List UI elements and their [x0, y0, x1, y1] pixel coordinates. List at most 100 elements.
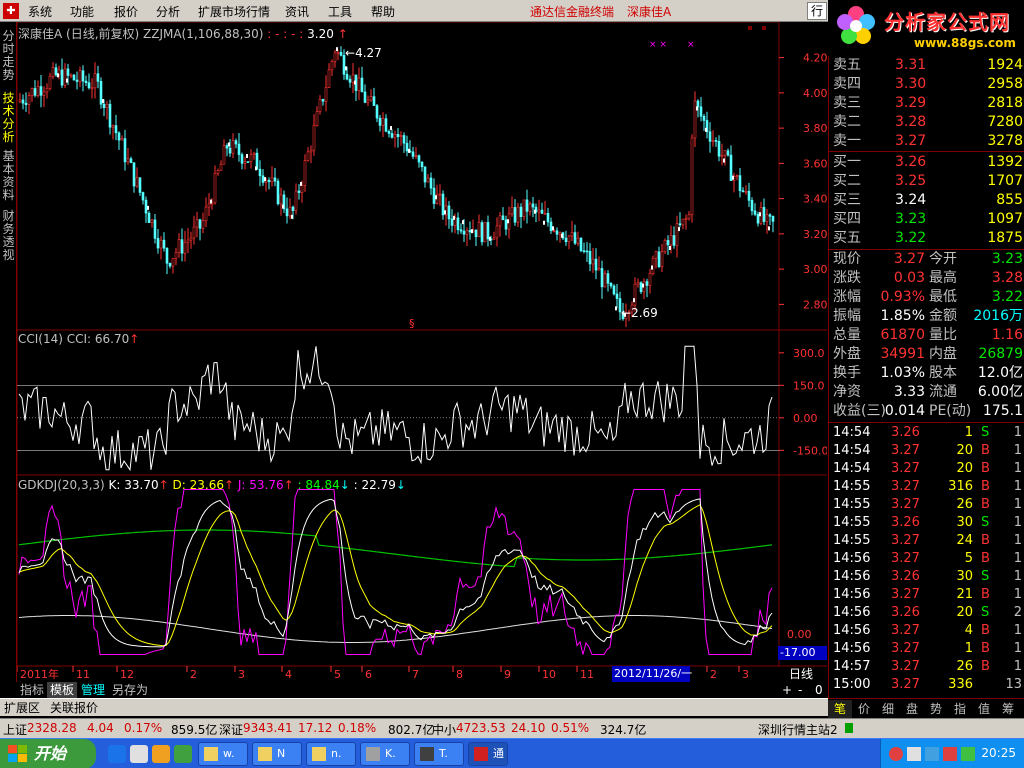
side-tabs: 分时走势 技术分析 基本资料 财务透视 — [0, 22, 17, 682]
task-folder-n2[interactable]: n. — [306, 742, 356, 766]
tab-save-as[interactable]: 另存为 — [109, 682, 151, 698]
order-book-row-bid[interactable]: 买五 3.22 1875 — [829, 229, 1024, 248]
app-logo-icon[interactable]: ✚ — [3, 3, 19, 19]
menu-system[interactable]: 系统 — [28, 3, 52, 20]
candle-body — [480, 222, 484, 243]
kdj-v1: : 84.84 — [297, 478, 340, 492]
desktop-icon[interactable] — [130, 745, 148, 763]
tab-related-quotes[interactable]: 关联报价 — [50, 700, 98, 716]
stock-title: 深康佳A — [627, 5, 672, 19]
period-label[interactable]: 日线 — [789, 665, 813, 682]
order-book-row-bid[interactable]: 买一 3.26 1392 — [829, 153, 1024, 172]
x-tick-label: 2 — [190, 668, 197, 681]
order-book-row-ask[interactable]: 卖二 3.28 7280 — [829, 113, 1024, 132]
menu-tools[interactable]: 工具 — [328, 3, 352, 20]
candle-body — [192, 226, 196, 239]
volume-icon[interactable] — [907, 747, 921, 761]
task-k[interactable]: K. — [360, 742, 410, 766]
cci-tick-label: 150.0 — [793, 379, 825, 392]
network-icon[interactable] — [925, 747, 939, 761]
candle-body — [312, 125, 316, 151]
candle-body — [207, 203, 211, 208]
task-folder-n[interactable]: N — [252, 742, 302, 766]
tab-chips[interactable]: 筹 — [996, 700, 1020, 718]
menu-function[interactable]: 功能 — [70, 3, 94, 20]
tick-price: 3.27 — [891, 551, 920, 566]
order-book-label: 买五 — [833, 230, 861, 246]
sz-percent: 0.18% — [338, 721, 377, 735]
tab-financial[interactable]: 财务透视 — [1, 210, 16, 262]
order-book-row-ask[interactable]: 卖四 3.30 2958 — [829, 75, 1024, 94]
tab-technical[interactable]: 技术分析 — [1, 92, 16, 144]
qq-icon[interactable] — [889, 747, 903, 761]
candle-body — [549, 221, 553, 232]
server-name[interactable]: 深圳行情主站2 — [758, 721, 838, 738]
tab-manage[interactable]: 管理 — [78, 682, 108, 698]
tab-template[interactable]: 模板 — [47, 682, 78, 698]
candle-body — [378, 117, 382, 126]
cci-title: CCI(14) CCI: 66.70↑ — [18, 332, 140, 346]
quicklaunch-icon[interactable] — [174, 745, 192, 763]
zoom-out-button[interactable]: - — [795, 682, 805, 698]
candle-body — [234, 140, 238, 145]
task-tongdaxin[interactable]: 通 — [468, 742, 508, 766]
price-tick-label: 3.40 — [803, 193, 827, 206]
order-book-row-bid[interactable]: 买四 3.23 1097 — [829, 210, 1024, 229]
cci-title-text: CCI(14) CCI: 66.70 — [18, 332, 130, 346]
candle-body — [711, 140, 715, 142]
order-book-row-bid[interactable]: 买三 3.24 855 — [829, 191, 1024, 210]
tab-indicator[interactable]: 指标 — [17, 682, 47, 698]
order-book-volume: 3278 — [987, 133, 1023, 149]
security-icon[interactable] — [943, 747, 957, 761]
tick-count: 1 — [1013, 461, 1022, 476]
candle-body — [552, 230, 556, 233]
trend-dot — [300, 181, 302, 186]
menu-quote[interactable]: 报价 — [114, 3, 138, 20]
tick-side: S — [981, 515, 990, 530]
cci-plot — [17, 345, 779, 472]
trend-dot — [282, 204, 284, 209]
tab-trend[interactable]: 势 — [924, 700, 948, 718]
tab-index[interactable]: 指 — [948, 700, 972, 718]
tab-intraday[interactable]: 分时走势 — [1, 30, 16, 82]
candle-body — [612, 285, 616, 295]
zoom-reset-button[interactable]: 0 — [812, 682, 826, 698]
tab-extension-area[interactable]: 扩展区 — [4, 700, 40, 716]
tab-detail[interactable]: 细 — [876, 700, 900, 718]
menu-analysis[interactable]: 分析 — [156, 3, 180, 20]
task-t[interactable]: T. — [414, 742, 464, 766]
chart-canvas[interactable]: 4.20 4.00 3.80 3.60 3.40 3.20 3.00 2.80 300.0 15… — [17, 22, 827, 682]
kdj-name: GDKDJ(20,3,3) — [18, 478, 105, 492]
trend-dot — [453, 215, 455, 220]
candle-body — [120, 138, 124, 141]
shield-icon[interactable] — [961, 747, 975, 761]
quote-tab[interactable]: 行 — [807, 2, 827, 20]
candle-body — [267, 179, 271, 182]
connection-status-icon — [845, 723, 853, 733]
menu-extended-market[interactable]: 扩展市场行情 — [198, 3, 270, 20]
task-folder-w[interactable]: w. — [198, 742, 248, 766]
chart-area[interactable]: 4.20 4.00 3.80 3.60 3.40 3.20 3.00 2.80 300.0 15… — [17, 22, 827, 682]
order-book-row-ask[interactable]: 卖三 3.29 2818 — [829, 94, 1024, 113]
task-label: 通 — [493, 747, 504, 760]
order-book-row-ask[interactable]: 卖一 3.27 3278 — [829, 132, 1024, 151]
stat-label: 涨幅 — [833, 289, 861, 305]
tab-fundamental[interactable]: 基本资料 — [1, 150, 16, 202]
media-icon[interactable] — [152, 745, 170, 763]
order-book-row-ask[interactable]: 卖五 3.31 1924 — [829, 56, 1024, 75]
menu-help[interactable]: 帮助 — [371, 3, 395, 20]
ie-icon[interactable] — [108, 745, 126, 763]
candle-body — [270, 177, 274, 182]
start-button[interactable]: 开始 — [0, 739, 96, 768]
stat-value: 1.85% — [880, 308, 925, 324]
order-book-row-bid[interactable]: 买二 3.25 1707 — [829, 172, 1024, 191]
kdj-y-tick: 0.00 — [787, 628, 812, 641]
tab-tick[interactable]: 笔 — [828, 700, 852, 718]
candle-body — [546, 212, 550, 223]
tab-price[interactable]: 价 — [852, 700, 876, 718]
tab-value[interactable]: 值 — [972, 700, 996, 718]
zoom-in-button[interactable]: + — [779, 682, 795, 698]
menu-news[interactable]: 资讯 — [285, 3, 309, 20]
tab-book[interactable]: 盘 — [900, 700, 924, 718]
candle-body — [366, 99, 370, 103]
